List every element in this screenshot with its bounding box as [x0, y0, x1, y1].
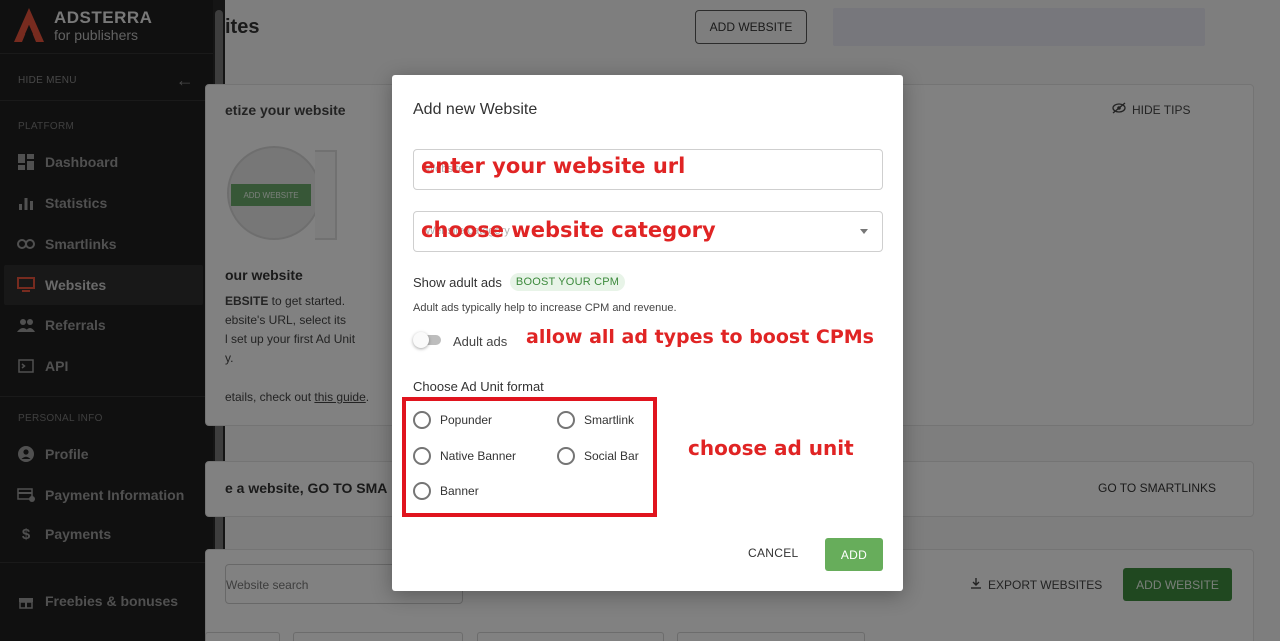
toggle-knob	[413, 332, 429, 348]
adult-ads-description: Adult ads typically help to increase CPM…	[413, 302, 677, 314]
annotation-adult: allow all ad types to boost CPMs	[526, 326, 874, 348]
radio-smartlink[interactable]: Smartlink	[557, 411, 634, 429]
radio-circle	[413, 447, 431, 465]
radio-popunder[interactable]: Popunder	[413, 411, 492, 429]
radio-label: Banner	[440, 484, 479, 498]
radio-label: Social Bar	[584, 449, 639, 463]
add-button[interactable]: ADD	[825, 538, 883, 571]
radio-banner[interactable]: Banner	[413, 482, 479, 500]
adult-ads-header: Show adult ads BOOST YOUR CPM	[413, 273, 626, 291]
annotation-category: choose website category	[421, 218, 716, 242]
cancel-button[interactable]: CANCEL	[748, 546, 798, 560]
add-website-dialog: Add new Website Website enter your websi…	[392, 75, 903, 591]
adult-ads-toggle[interactable]	[413, 332, 443, 348]
radio-label: Popunder	[440, 413, 493, 427]
dialog-title: Add new Website	[413, 101, 538, 118]
radio-circle	[413, 411, 431, 429]
chevron-down-icon	[860, 229, 868, 234]
annotation-url: enter your website url	[421, 154, 686, 178]
radio-social-bar[interactable]: Social Bar	[557, 447, 639, 465]
radio-native-banner[interactable]: Native Banner	[413, 447, 516, 465]
radio-label: Smartlink	[584, 413, 635, 427]
radio-circle	[557, 447, 575, 465]
radio-label: Native Banner	[440, 449, 517, 463]
show-adult-label: Show adult ads	[413, 274, 502, 290]
radio-circle	[413, 482, 431, 500]
radio-circle	[557, 411, 575, 429]
annotation-unit: choose ad unit	[688, 436, 854, 460]
format-title: Choose Ad Unit format	[413, 379, 544, 394]
boost-badge: BOOST YOUR CPM	[509, 273, 626, 291]
adult-ads-toggle-label: Adult ads	[453, 334, 508, 349]
